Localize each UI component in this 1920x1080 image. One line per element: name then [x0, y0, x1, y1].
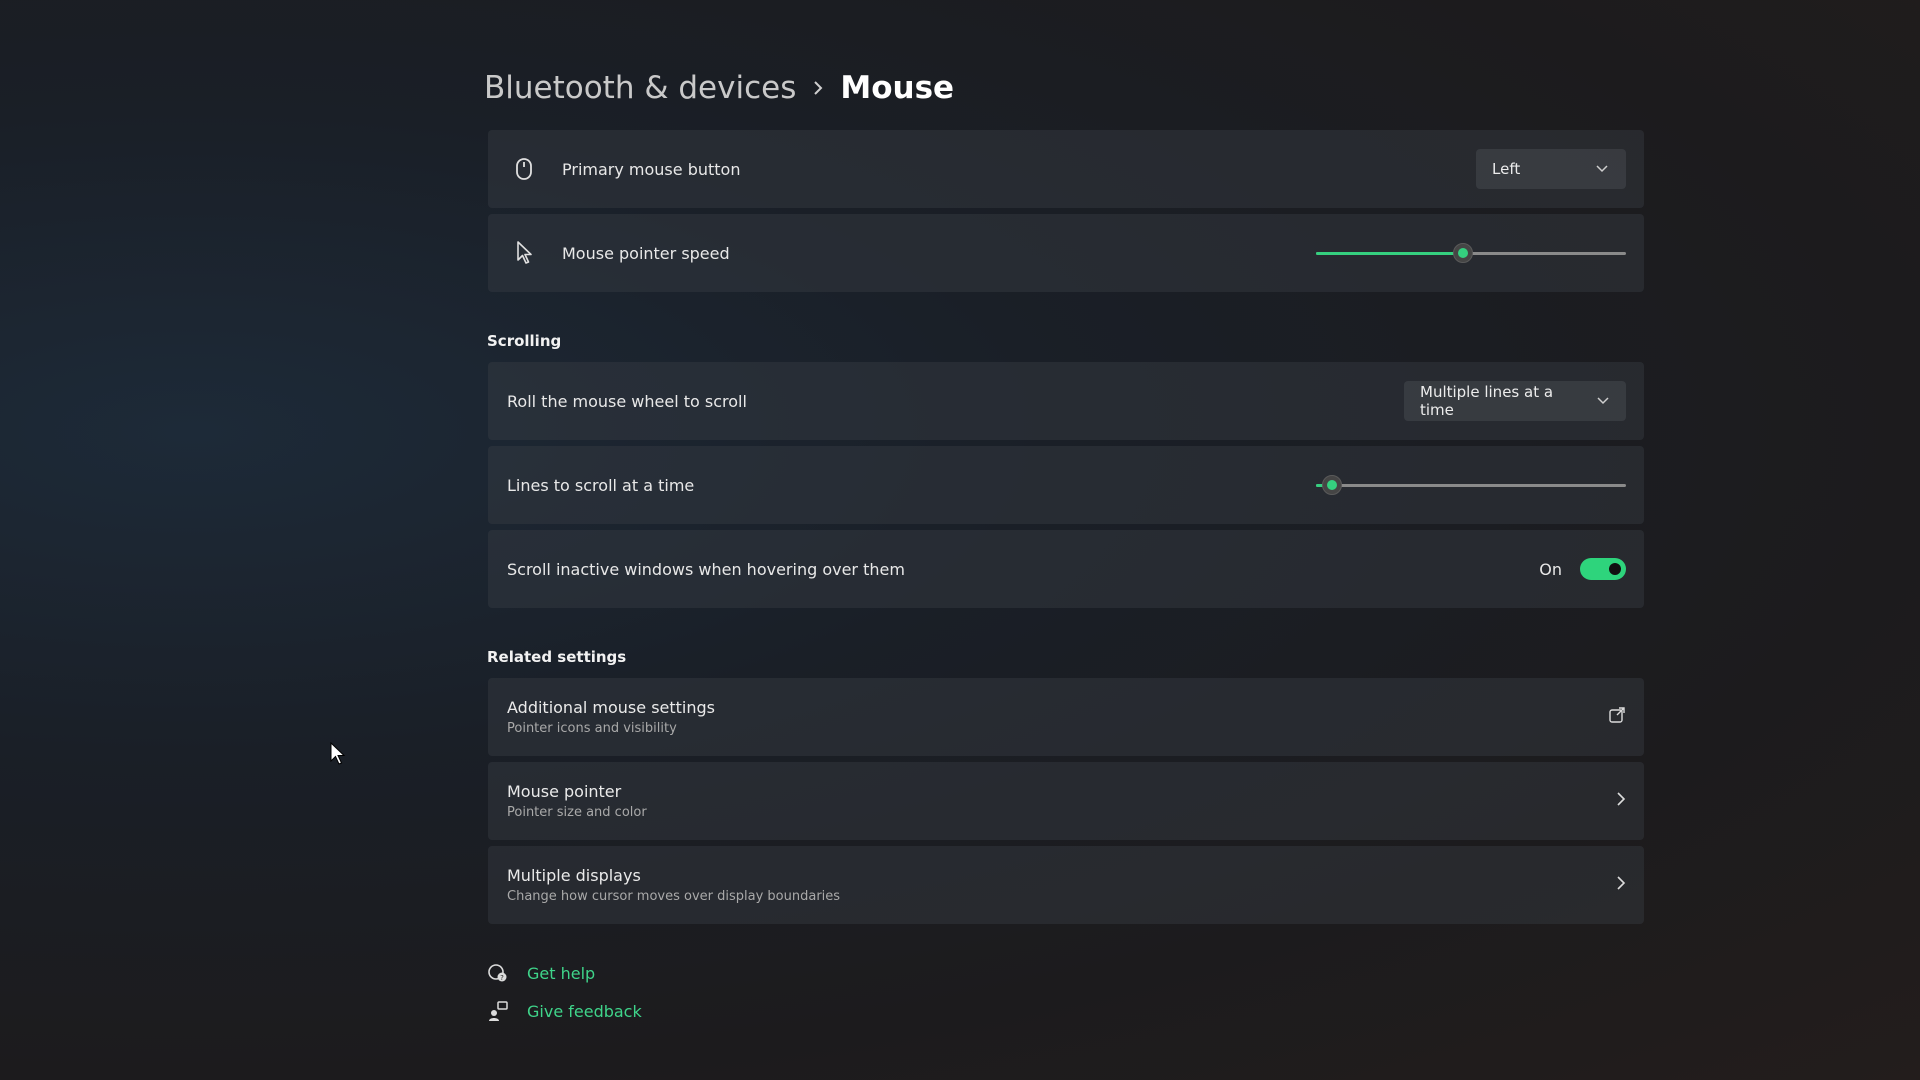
pointer-icon — [510, 239, 538, 267]
related-settings-title: Related settings — [487, 648, 627, 666]
related-item-subtitle: Pointer icons and visibility — [507, 721, 677, 736]
mouse-pointer-link[interactable]: Mouse pointer Pointer size and color — [488, 762, 1644, 840]
primary-mouse-button-value: Left — [1492, 160, 1521, 178]
scrolling-section-title: Scrolling — [487, 332, 562, 350]
toggle-state-label: On — [1539, 559, 1562, 579]
related-item-title: Additional mouse settings — [507, 698, 715, 717]
help-icon: ? — [486, 961, 510, 985]
pointer-speed-slider[interactable] — [1316, 243, 1626, 263]
mouse-icon — [510, 155, 538, 183]
feedback-icon — [486, 999, 510, 1023]
give-feedback-link[interactable]: Give feedback — [486, 999, 642, 1023]
chevron-right-icon — [1616, 791, 1626, 811]
related-item-title: Multiple displays — [507, 866, 641, 885]
chevron-down-icon — [1596, 162, 1610, 176]
additional-mouse-settings-link[interactable]: Additional mouse settings Pointer icons … — [488, 678, 1644, 756]
chevron-right-icon — [796, 66, 840, 110]
scroll-wheel-label: Roll the mouse wheel to scroll — [507, 391, 747, 411]
related-item-title: Mouse pointer — [507, 782, 622, 801]
scroll-wheel-card: Roll the mouse wheel to scroll Multiple … — [488, 362, 1644, 440]
give-feedback-text: Give feedback — [527, 1001, 642, 1021]
slider-fill — [1316, 252, 1464, 255]
mouse-pointer-speed-card: Mouse pointer speed — [488, 214, 1644, 292]
scroll-inactive-card: Scroll inactive windows when hovering ov… — [488, 530, 1644, 608]
lines-to-scroll-card: Lines to scroll at a time — [488, 446, 1644, 524]
lines-to-scroll-label: Lines to scroll at a time — [507, 475, 695, 495]
related-item-subtitle: Pointer size and color — [507, 805, 647, 820]
primary-mouse-button-dropdown[interactable]: Left — [1476, 149, 1626, 189]
scroll-wheel-value: Multiple lines at a time — [1420, 383, 1554, 419]
slider-track — [1316, 484, 1626, 487]
chevron-right-icon — [1616, 875, 1626, 895]
scroll-inactive-toggle[interactable] — [1580, 558, 1626, 580]
get-help-link[interactable]: ? Get help — [486, 961, 595, 985]
mouse-cursor-icon — [330, 742, 346, 765]
chevron-down-icon — [1597, 394, 1610, 408]
breadcrumb-parent[interactable]: Bluetooth & devices — [484, 70, 796, 106]
slider-thumb[interactable] — [1453, 243, 1474, 263]
get-help-text: Get help — [527, 963, 596, 983]
external-link-icon — [1608, 706, 1626, 728]
breadcrumb: Bluetooth & devices Mouse — [484, 66, 954, 110]
multiple-displays-link[interactable]: Multiple displays Change how cursor move… — [488, 846, 1644, 924]
lines-to-scroll-slider[interactable] — [1316, 475, 1626, 495]
scroll-inactive-label: Scroll inactive windows when hovering ov… — [507, 559, 905, 579]
primary-mouse-button-label: Primary mouse button — [562, 159, 741, 179]
page-title: Mouse — [840, 70, 955, 106]
primary-mouse-button-card: Primary mouse button Left — [488, 130, 1644, 208]
related-item-subtitle: Change how cursor moves over display bou… — [507, 889, 841, 904]
mouse-pointer-speed-label: Mouse pointer speed — [562, 243, 730, 263]
scroll-inactive-toggle-group: On — [1539, 558, 1626, 580]
scroll-wheel-dropdown[interactable]: Multiple lines at a time — [1404, 381, 1626, 421]
slider-thumb[interactable] — [1321, 475, 1342, 495]
svg-text:?: ? — [500, 974, 504, 982]
